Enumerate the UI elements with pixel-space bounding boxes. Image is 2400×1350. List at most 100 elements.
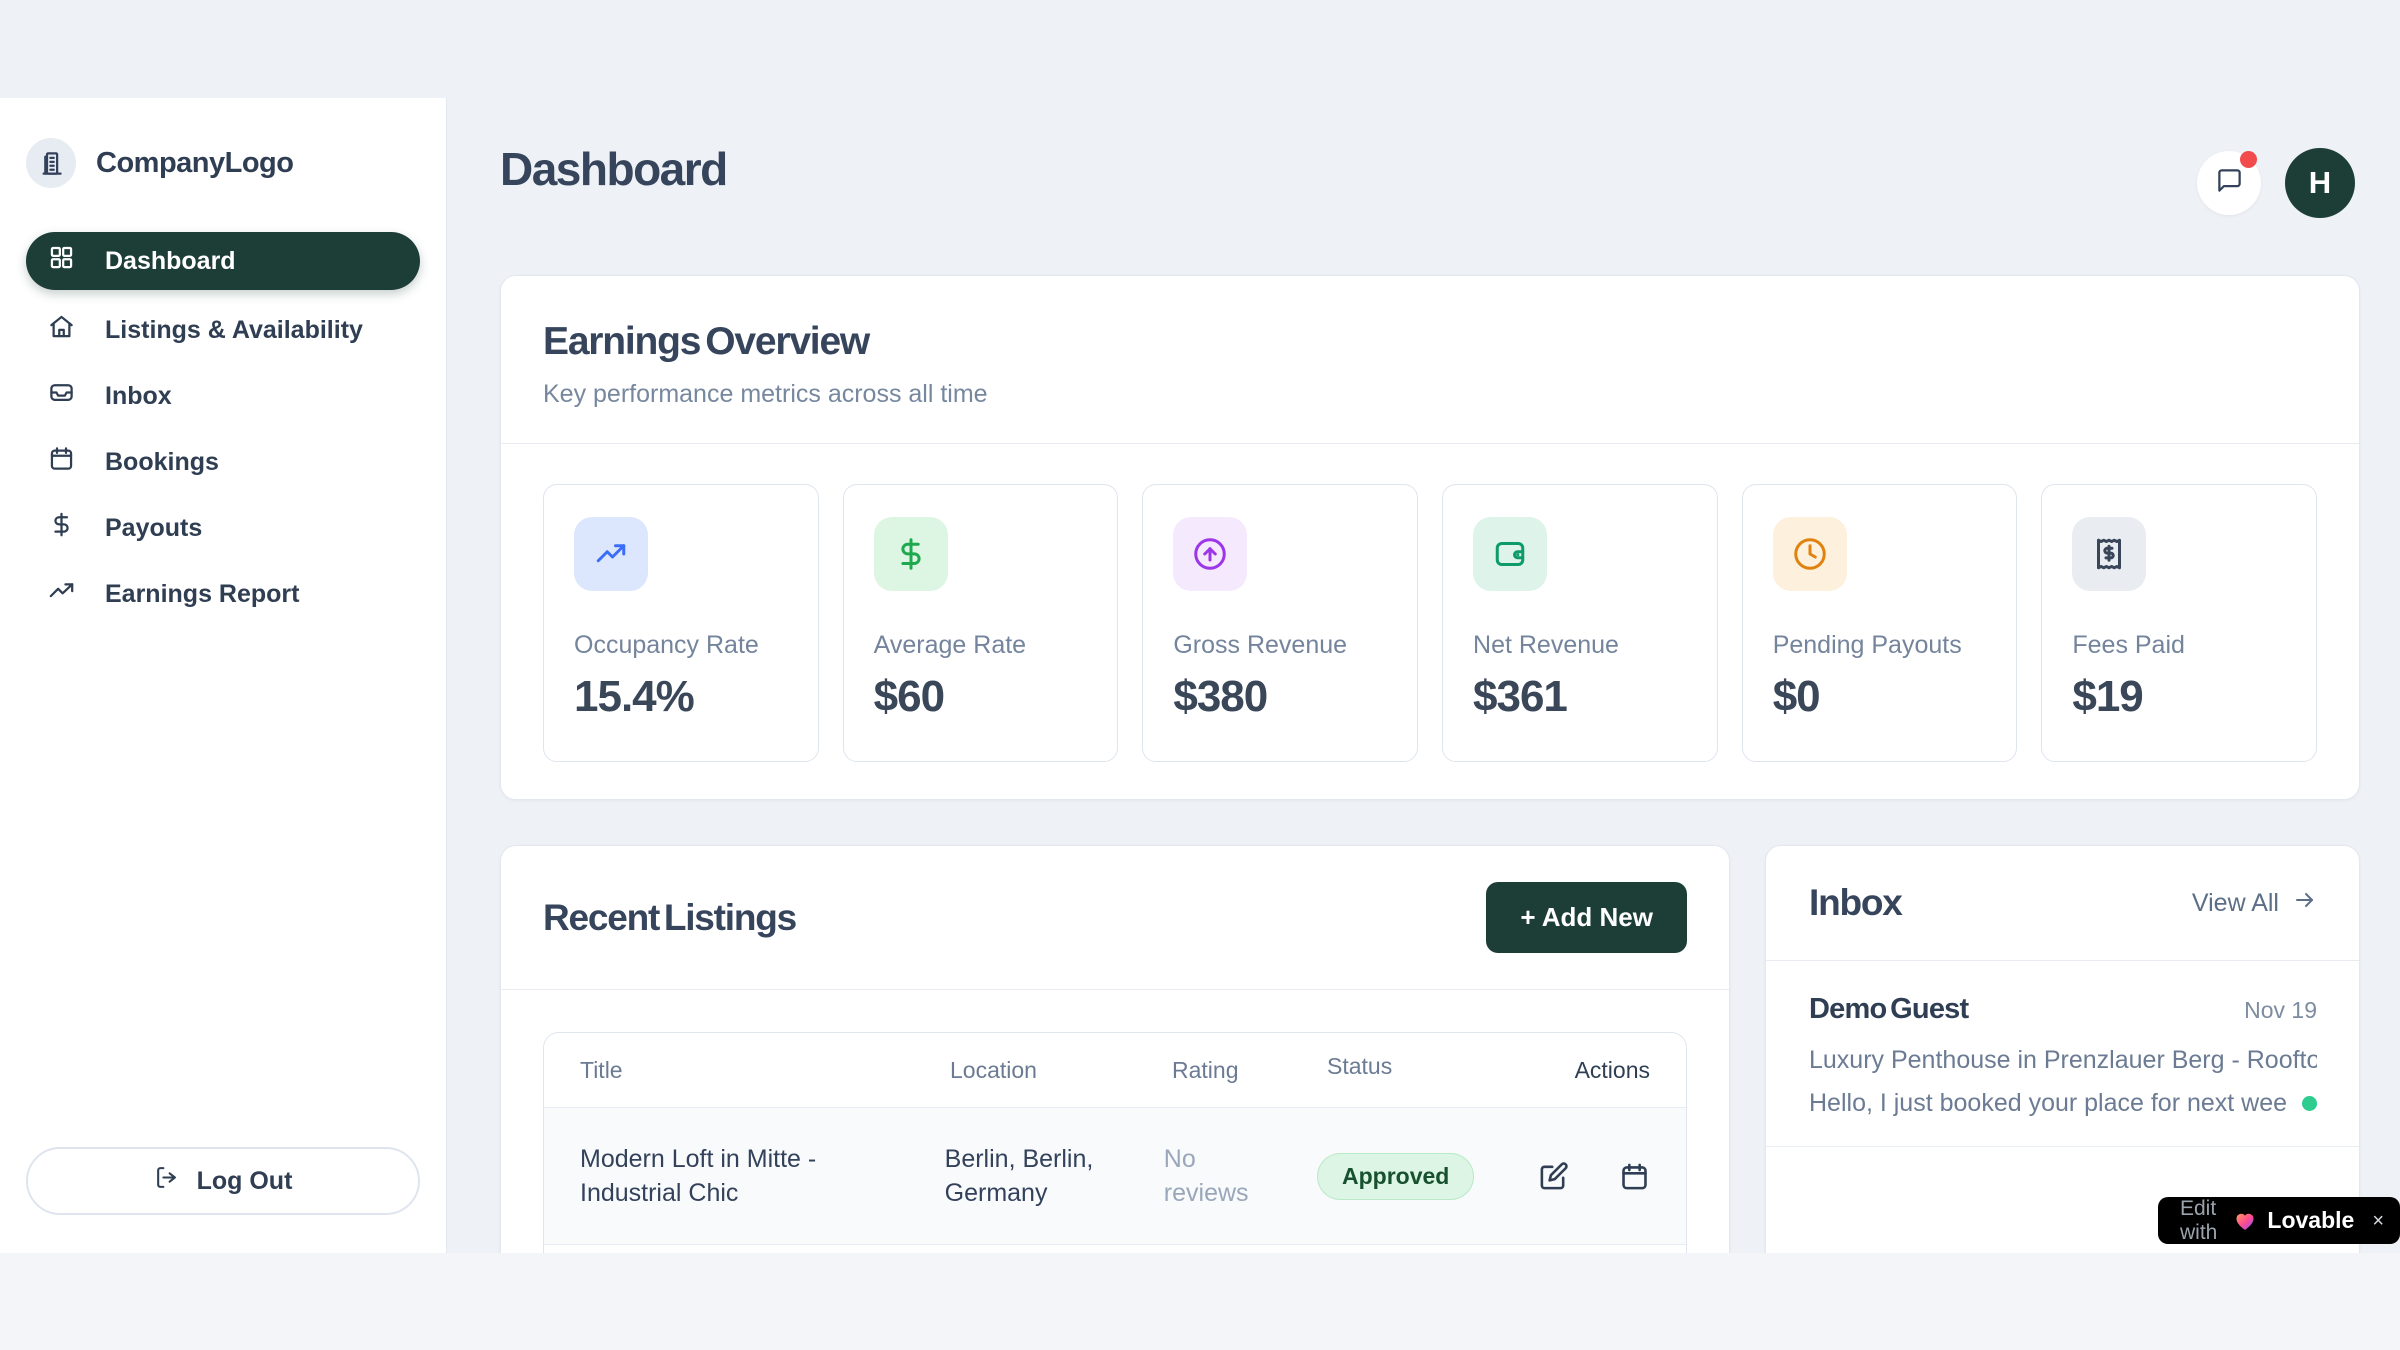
earnings-overview-card: Earnings Overview Key performance metric… [500, 275, 2360, 800]
listing-actions [1538, 1161, 1650, 1192]
clock-icon [1773, 517, 1847, 591]
metric-average-rate: Average Rate $60 [843, 484, 1119, 762]
lovable-brand: Lovable [2267, 1207, 2354, 1234]
status-badge: Approved [1317, 1153, 1474, 1200]
listing-title: Modern Loft in Mitte - Industrial Chic [580, 1142, 945, 1210]
recent-listings-header: Recent Listings + Add New [501, 846, 1729, 990]
metric-value: $60 [874, 672, 1088, 722]
page-bottom-strip [0, 1253, 2400, 1350]
column-header-location: Location [950, 1053, 1172, 1087]
metric-pending-payouts: Pending Payouts $0 [1742, 484, 2018, 762]
sidebar-item-label: Listings & Availability [105, 316, 363, 345]
sidebar: CompanyLogo Dashboard Listings & Availab… [0, 98, 447, 1253]
logout-button[interactable]: Log Out [26, 1147, 420, 1215]
calendar-icon [48, 445, 75, 479]
message-subject: Luxury Penthouse in Prenzlauer Berg - Ro… [1809, 1046, 2317, 1075]
column-header-status: Status [1327, 1053, 1552, 1087]
metric-value: $19 [2072, 672, 2286, 722]
metric-value: $361 [1473, 672, 1687, 722]
sidebar-item-label: Earnings Report [105, 580, 299, 609]
wallet-icon [1473, 517, 1547, 591]
close-icon[interactable]: × [2372, 1211, 2384, 1231]
metric-value: $380 [1173, 672, 1387, 722]
lovable-prefix: Edit with [2180, 1197, 2223, 1245]
sidebar-item-inbox[interactable]: Inbox [26, 370, 420, 422]
sidebar-item-label: Dashboard [105, 247, 236, 276]
chat-button[interactable] [2197, 151, 2261, 215]
sidebar-item-dashboard[interactable]: Dashboard [26, 232, 420, 290]
message-date: Nov 19 [2244, 997, 2317, 1024]
sidebar-item-label: Payouts [105, 514, 202, 543]
metric-net-revenue: Net Revenue $361 [1442, 484, 1718, 762]
edit-icon[interactable] [1538, 1161, 1569, 1192]
receipt-icon [2072, 517, 2146, 591]
add-new-button[interactable]: + Add New [1486, 882, 1687, 953]
listing-location: Berlin, Berlin, Germany [945, 1142, 1164, 1210]
metric-fees-paid: Fees Paid $19 [2041, 484, 2317, 762]
metric-label: Fees Paid [2072, 631, 2286, 660]
metric-label: Pending Payouts [1773, 631, 1987, 660]
company-logo: CompanyLogo [26, 138, 420, 188]
column-header-actions: Actions [1552, 1053, 1650, 1087]
listing-status: Approved [1317, 1153, 1538, 1200]
earnings-overview-subtitle: Key performance metrics across all time [543, 380, 2317, 409]
column-header-rating: Rating [1172, 1053, 1327, 1087]
column-header-title: Title [580, 1053, 950, 1087]
company-logo-text: CompanyLogo [96, 147, 294, 180]
message-sender: Demo Guest [1809, 993, 1968, 1026]
metric-gross-revenue: Gross Revenue $380 [1142, 484, 1418, 762]
earnings-overview-header: Earnings Overview Key performance metric… [501, 276, 2359, 444]
inbox-tray-icon [48, 379, 75, 413]
sidebar-item-bookings[interactable]: Bookings [26, 436, 420, 488]
metric-label: Average Rate [874, 631, 1088, 660]
table-row-partial [544, 1245, 1686, 1253]
metric-occupancy-rate: Occupancy Rate 15.4% [543, 484, 819, 762]
view-all-link[interactable]: View All [2192, 888, 2317, 919]
trending-up-icon [574, 517, 648, 591]
home-icon [48, 313, 75, 347]
view-all-label: View All [2192, 889, 2279, 918]
sidebar-item-earnings-report[interactable]: Earnings Report [26, 568, 420, 620]
metric-label: Net Revenue [1473, 631, 1687, 660]
inbox-card: Inbox View All Demo Guest Nov 19 Luxury … [1765, 845, 2360, 1253]
arrow-right-icon [2293, 888, 2317, 919]
message-preview-row: Hello, I just booked your place for next… [1809, 1089, 2317, 1118]
lovable-heart-icon [2233, 1209, 2257, 1233]
edit-with-lovable-badge[interactable]: Edit with Lovable × [2158, 1197, 2400, 1244]
recent-listings-title: Recent Listings [543, 897, 796, 939]
metric-label: Occupancy Rate [574, 631, 788, 660]
metric-label: Gross Revenue [1173, 631, 1387, 660]
metric-value: 15.4% [574, 672, 788, 722]
logout-icon [154, 1165, 179, 1197]
listings-table: Title Location Rating Status Actions Mod… [543, 1032, 1687, 1253]
message-preview: Hello, I just booked your place for next… [1809, 1089, 2288, 1118]
sidebar-item-label: Inbox [105, 382, 172, 411]
sidebar-item-label: Bookings [105, 448, 219, 477]
inbox-header: Inbox View All [1766, 846, 2359, 961]
unread-notification-dot [2240, 151, 2257, 168]
metric-value: $0 [1773, 672, 1987, 722]
page-title: Dashboard [500, 142, 727, 196]
avatar-initial: H [2309, 165, 2331, 201]
metrics-row: Occupancy Rate 15.4% Average Rate $60 Gr… [501, 444, 2359, 802]
trending-up-icon [48, 577, 75, 611]
logout-label: Log Out [197, 1167, 293, 1196]
table-row[interactable]: Modern Loft in Mitte - Industrial Chic B… [544, 1108, 1686, 1245]
unread-dot [2302, 1096, 2317, 1111]
sidebar-nav: Dashboard Listings & Availability Inbox … [26, 232, 420, 620]
app-window: CompanyLogo Dashboard Listings & Availab… [0, 0, 2400, 1253]
avatar[interactable]: H [2285, 148, 2355, 218]
circle-arrow-up-icon [1173, 517, 1247, 591]
dollar-icon [48, 511, 75, 545]
grid-icon [48, 244, 75, 278]
dollar-icon [874, 517, 948, 591]
sidebar-item-listings[interactable]: Listings & Availability [26, 304, 420, 356]
message-top-row: Demo Guest Nov 19 [1809, 993, 2317, 1026]
sidebar-item-payouts[interactable]: Payouts [26, 502, 420, 554]
calendar-icon[interactable] [1619, 1161, 1650, 1192]
message-bubble-icon [2216, 167, 2243, 199]
building-icon [26, 138, 76, 188]
listing-rating: No reviews [1164, 1142, 1317, 1210]
inbox-message[interactable]: Demo Guest Nov 19 Luxury Penthouse in Pr… [1766, 961, 2359, 1147]
table-header-row: Title Location Rating Status Actions [544, 1033, 1686, 1108]
